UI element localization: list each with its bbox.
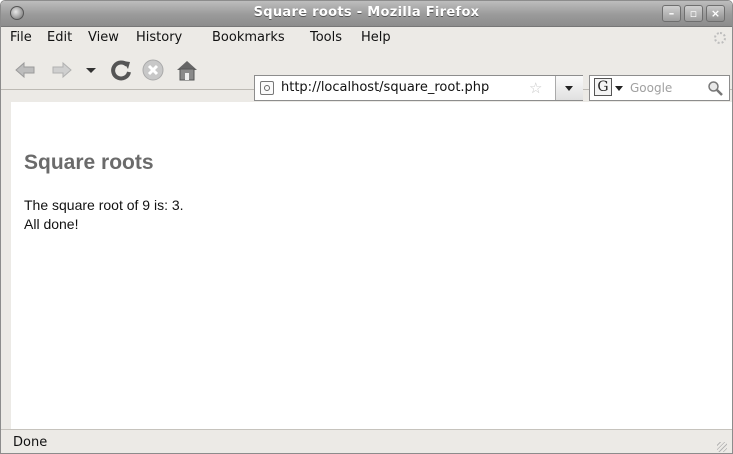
menu-bar: File Edit View History Bookmarks Tools H… — [1, 27, 732, 51]
search-input[interactable]: Google — [630, 81, 672, 95]
star-icon[interactable]: ☆ — [529, 79, 542, 97]
reload-icon[interactable] — [109, 58, 133, 82]
menu-edit[interactable]: Edit — [47, 30, 72, 45]
menu-tools[interactable]: Tools — [310, 30, 342, 45]
minimize-button[interactable]: – — [662, 5, 681, 22]
url-input[interactable]: http://localhost/square_root.php — [281, 80, 489, 95]
resize-grip-icon[interactable] — [717, 442, 727, 452]
magnifier-icon[interactable] — [707, 80, 723, 96]
status-text: Done — [13, 435, 48, 450]
forward-arrow-icon[interactable] — [50, 58, 74, 82]
home-icon[interactable] — [175, 58, 199, 82]
menu-file[interactable]: File — [10, 30, 32, 45]
title-bar[interactable]: Square roots - Mozilla Firefox – ▫ × — [1, 1, 732, 27]
chevron-down-icon[interactable] — [83, 58, 99, 82]
result-text: The square root of 9 is: 3. — [24, 197, 184, 213]
menu-view[interactable]: View — [88, 30, 119, 45]
maximize-button[interactable]: ▫ — [684, 5, 703, 22]
url-dropdown-button[interactable] — [555, 76, 583, 100]
stop-icon[interactable] — [141, 58, 165, 82]
menu-history[interactable]: History — [136, 30, 182, 45]
menu-help[interactable]: Help — [361, 30, 391, 45]
page-heading: Square roots — [24, 151, 154, 174]
page-content: Square roots The square root of 9 is: 3.… — [11, 102, 732, 429]
back-arrow-icon[interactable] — [13, 58, 37, 82]
site-identity-icon[interactable] — [260, 81, 274, 95]
throbber-icon — [714, 32, 726, 44]
browser-window: Square roots - Mozilla Firefox – ▫ × Fil… — [0, 0, 733, 454]
status-bar: Done — [1, 429, 732, 453]
address-bar[interactable]: http://localhost/square_root.php ☆ — [254, 75, 583, 101]
close-button[interactable]: × — [706, 5, 725, 22]
menu-bookmarks[interactable]: Bookmarks — [212, 30, 285, 45]
search-engine-icon[interactable]: G — [594, 78, 612, 96]
search-bar[interactable]: G Google — [589, 75, 730, 101]
done-text: All done! — [24, 216, 79, 232]
window-title: Square roots - Mozilla Firefox — [253, 5, 480, 20]
chevron-down-icon[interactable] — [615, 86, 623, 91]
